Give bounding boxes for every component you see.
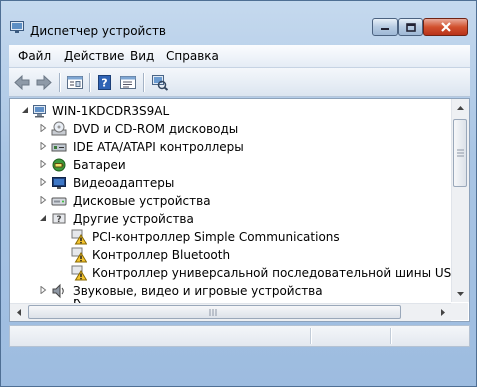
tree-item-battery[interactable]: Батареи bbox=[10, 156, 450, 174]
back-arrow-icon[interactable] bbox=[13, 74, 31, 91]
tree-item-display[interactable]: Видеоадаптеры bbox=[10, 174, 450, 192]
tree-item-sound[interactable]: Звуковые, видео и игровые устройства bbox=[10, 282, 450, 300]
collapse-arrow-icon[interactable] bbox=[21, 106, 29, 114]
tree-item-label: IDE ATA/ATAPI контроллеры bbox=[73, 140, 244, 154]
toolbar: ? bbox=[9, 67, 470, 97]
tree-item-label: Батареи bbox=[73, 158, 126, 172]
expand-arrow-icon[interactable] bbox=[39, 286, 47, 294]
tree-item-label: PCI-контроллер Simple Communications bbox=[92, 230, 340, 244]
scroll-corner bbox=[451, 303, 468, 320]
status-bar bbox=[9, 325, 470, 347]
tree-item-disk[interactable]: Дисковые устройства bbox=[10, 192, 450, 210]
ide-controller-icon bbox=[51, 139, 67, 155]
tree-item-ide[interactable]: IDE ATA/ATAPI контроллеры bbox=[10, 138, 450, 156]
tree-item-label: DVD и CD-ROM дисководы bbox=[73, 122, 239, 136]
device-manager-icon bbox=[10, 21, 24, 33]
expand-arrow-icon[interactable] bbox=[39, 196, 47, 204]
chevron-right-icon bbox=[440, 309, 445, 316]
chevron-left-icon bbox=[16, 309, 21, 316]
window-frame-bottom bbox=[1, 347, 476, 386]
tree-item-label: Контроллер Bluetooth bbox=[92, 248, 231, 262]
chevron-down-icon bbox=[457, 291, 464, 296]
minimize-button[interactable] bbox=[372, 18, 398, 36]
menu-view[interactable]: Вид bbox=[130, 49, 154, 63]
toolbar-separator bbox=[59, 73, 61, 92]
tree-item-label: Другие устройства bbox=[73, 212, 194, 226]
horizontal-scroll-thumb[interactable] bbox=[28, 305, 401, 319]
battery-icon bbox=[51, 157, 67, 173]
warning-device-icon bbox=[71, 247, 88, 263]
vertical-scrollbar[interactable] bbox=[451, 99, 469, 302]
menu-bar: Файл Действие Вид Справка bbox=[9, 45, 470, 67]
forward-arrow-icon[interactable] bbox=[35, 74, 53, 91]
sound-icon bbox=[51, 283, 67, 299]
tree-item-bluetooth[interactable]: Контроллер Bluetooth bbox=[10, 246, 450, 264]
help-icon[interactable]: ? bbox=[96, 74, 114, 91]
toolbar-separator bbox=[143, 73, 145, 92]
close-icon bbox=[440, 22, 451, 32]
expand-arrow-icon[interactable] bbox=[39, 178, 47, 186]
status-separator bbox=[310, 328, 312, 344]
maximize-button[interactable] bbox=[398, 18, 423, 36]
minimize-icon bbox=[381, 28, 389, 30]
disk-drive-icon bbox=[51, 193, 67, 209]
tree-item-label: Видеоадаптеры bbox=[73, 176, 175, 190]
title-bar[interactable]: Диспетчер устройств bbox=[1, 1, 476, 43]
menu-file[interactable]: Файл bbox=[18, 49, 51, 63]
expand-arrow-icon[interactable] bbox=[39, 142, 47, 150]
scan-hardware-icon[interactable] bbox=[151, 74, 169, 91]
grip-icon bbox=[209, 309, 217, 316]
horizontal-scrollbar[interactable] bbox=[10, 303, 451, 321]
scroll-down-button[interactable] bbox=[452, 285, 469, 302]
expand-arrow-icon[interactable] bbox=[39, 124, 47, 132]
details-icon[interactable] bbox=[119, 74, 137, 91]
grip-icon bbox=[457, 149, 464, 157]
vertical-scroll-thumb[interactable] bbox=[453, 119, 467, 187]
scroll-up-button[interactable] bbox=[452, 99, 469, 116]
toolbar-separator bbox=[89, 73, 91, 92]
warning-device-icon bbox=[71, 265, 88, 281]
expand-arrow-icon[interactable] bbox=[39, 160, 47, 168]
tree-item-label: Контроллер универсальной последовательно… bbox=[92, 266, 460, 280]
maximize-icon bbox=[405, 22, 416, 32]
device-manager-window: Диспетчер устройств Файл Действие Вид Сп… bbox=[0, 0, 477, 387]
cdrom-icon bbox=[51, 121, 67, 137]
tree-item-label: Дисковые устройства bbox=[73, 194, 211, 208]
scroll-right-button[interactable] bbox=[434, 304, 451, 321]
unknown-device-icon: ? bbox=[51, 211, 67, 227]
computer-icon bbox=[32, 103, 48, 119]
svg-text:?: ? bbox=[101, 77, 107, 90]
collapse-arrow-icon[interactable] bbox=[39, 214, 47, 222]
properties-icon[interactable] bbox=[66, 74, 84, 91]
tree-item-dvd[interactable]: DVD и CD-ROM дисководы bbox=[10, 120, 450, 138]
chevron-up-icon bbox=[457, 105, 464, 110]
device-tree[interactable]: WIN-1KDCDR3S9AL DVD и CD-ROM дисководы I… bbox=[9, 98, 470, 322]
window-title: Диспетчер устройств bbox=[30, 24, 167, 38]
display-adapter-icon bbox=[51, 175, 67, 191]
menu-help[interactable]: Справка bbox=[166, 49, 219, 63]
tree-item-usb-controller[interactable]: Контроллер универсальной последовательно… bbox=[10, 264, 460, 282]
scroll-left-button[interactable] bbox=[10, 304, 27, 321]
tree-item-pci-controller[interactable]: PCI-контроллер Simple Communications bbox=[10, 228, 450, 246]
svg-text:?: ? bbox=[56, 215, 61, 225]
warning-device-icon bbox=[71, 229, 88, 245]
close-button[interactable] bbox=[423, 18, 468, 36]
menu-action[interactable]: Действие bbox=[64, 49, 124, 63]
tree-item-other-devices[interactable]: ? Другие устройства bbox=[10, 210, 450, 228]
tree-item-label: Звуковые, видео и игровые устройства bbox=[73, 284, 323, 298]
status-separator bbox=[390, 328, 392, 344]
root-label: WIN-1KDCDR3S9AL bbox=[52, 104, 170, 118]
tree-root[interactable]: WIN-1KDCDR3S9AL bbox=[10, 102, 450, 120]
